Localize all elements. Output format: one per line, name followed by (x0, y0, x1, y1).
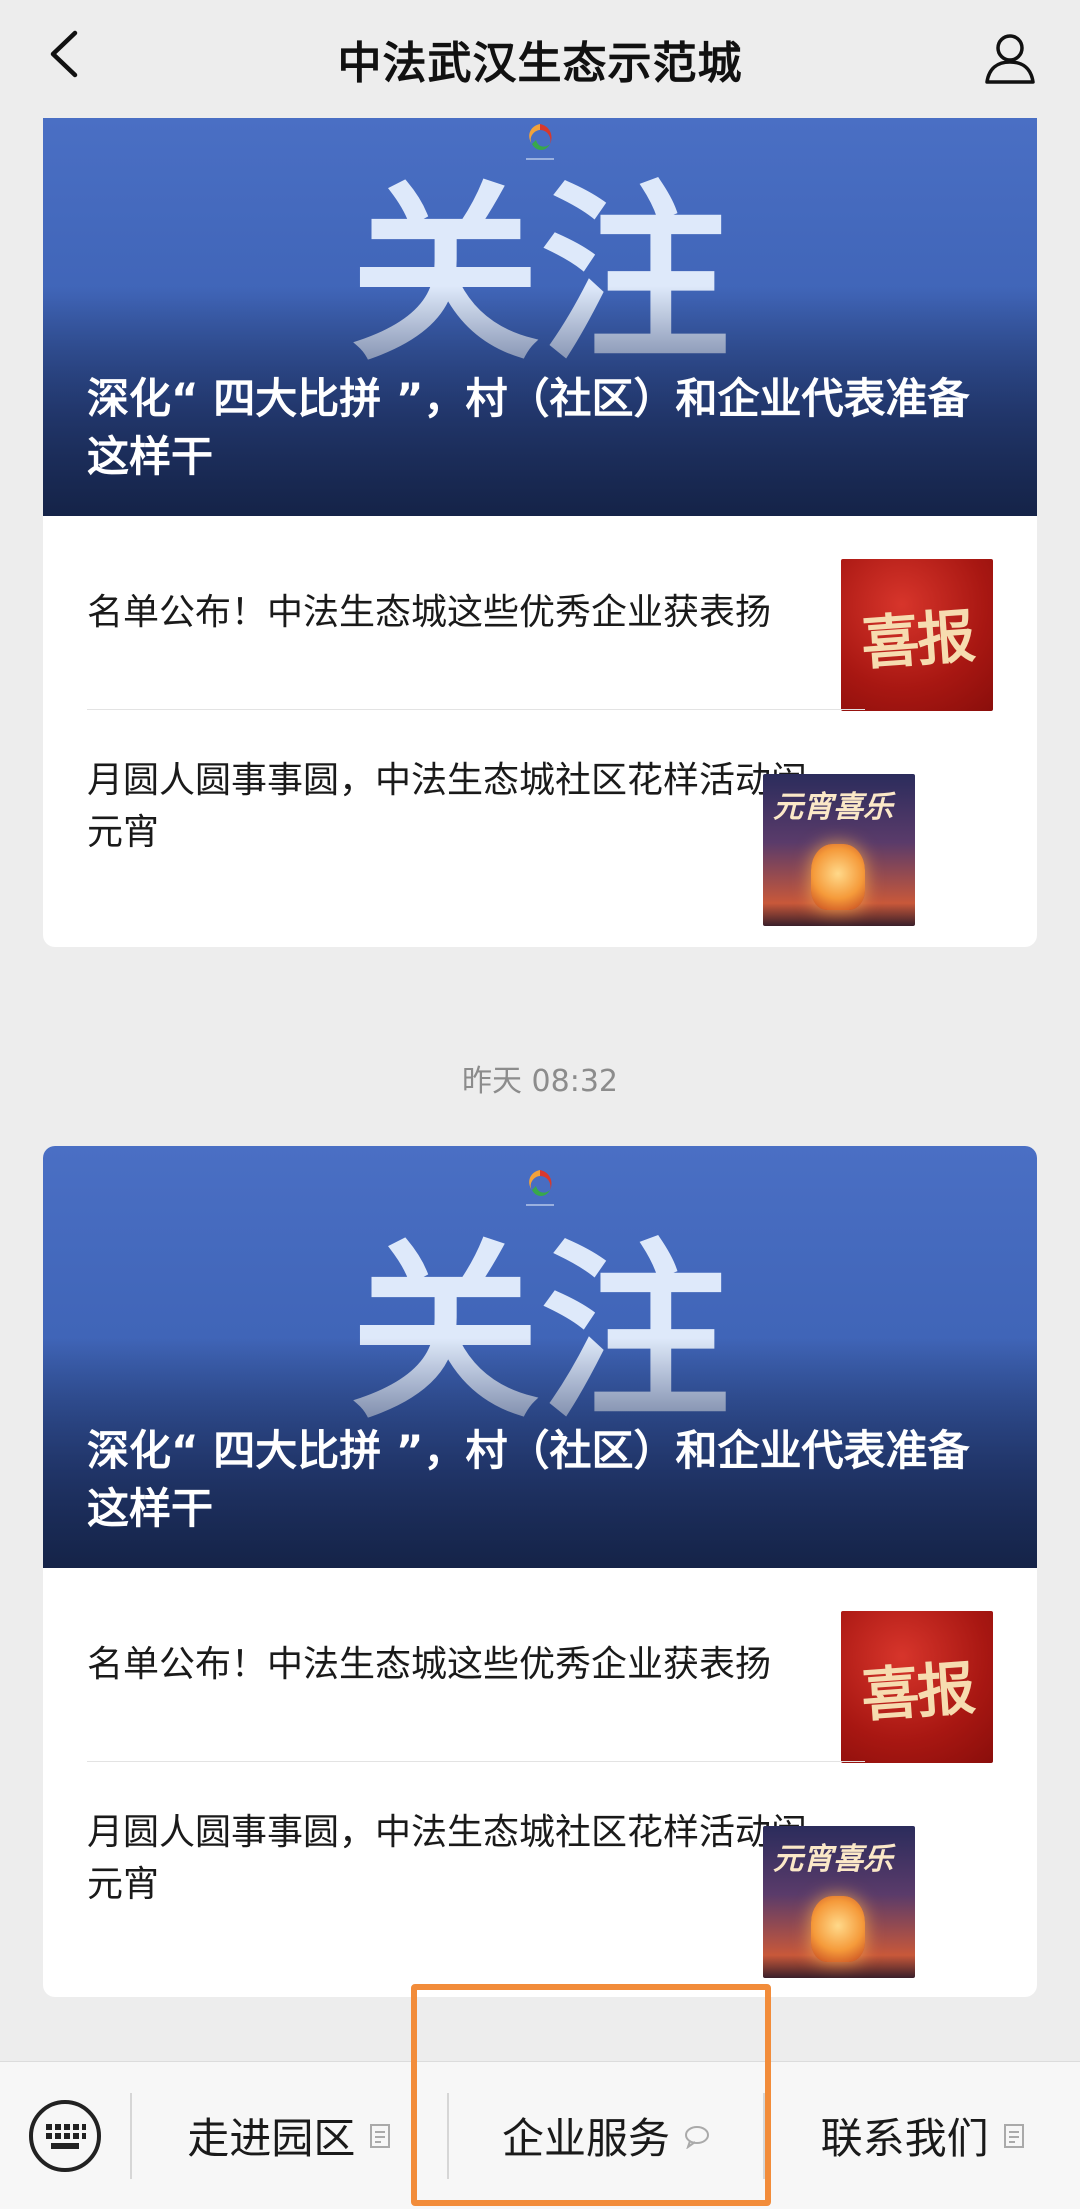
park-logo-icon (526, 1170, 554, 1206)
page-icon (370, 2123, 391, 2148)
thumbnail-caption: 元宵喜乐 (773, 1842, 893, 1877)
thumbnail-caption: 元宵喜乐 (773, 790, 893, 825)
item-title: 名单公布！中法生态城这些优秀企业获表扬 (87, 592, 772, 633)
item-title: 月圆人圆事事圆，中法生态城社区花样活动闹元宵 (87, 760, 808, 853)
cover-headline: 深化“ 四大比拼 ”，村（社区）和企业代表准备这样干 (87, 374, 970, 481)
menu-tab-contact-us[interactable]: 联系我们 (765, 2062, 1080, 2209)
menu-tab-label: 走进园区 (187, 2114, 356, 2163)
park-logo-icon (526, 124, 554, 160)
back-button[interactable] (34, 24, 94, 84)
menu-tab-enterprise-service[interactable]: 企业服务 (449, 2062, 764, 2209)
user-icon (985, 34, 1035, 84)
article-card: 关注 深化“ 四大比拼 ”，村（社区）和企业代表准备这样干 名单公布！中法生态城… (43, 1146, 1037, 1997)
cover-headline: 深化“ 四大比拼 ”，村（社区）和企业代表准备这样干 (87, 1426, 970, 1533)
thumbnail-caption: 喜报 (859, 1654, 976, 1730)
article-card: 关注 深化“ 四大比拼 ”，村（社区）和企业代表准备这样干 名单公布！中法生态城… (43, 118, 1037, 947)
item-thumbnail: 元宵喜乐 (763, 1826, 915, 1978)
item-thumbnail: 元宵喜乐 (763, 774, 915, 926)
keyboard-toggle-button[interactable] (0, 2062, 130, 2209)
page-icon (1003, 2123, 1024, 2148)
bottom-menu-bar: 走进园区 企业服务 联系我们 (0, 2061, 1080, 2209)
item-thumbnail: 喜报 (841, 559, 993, 711)
item-title: 月圆人圆事事圆，中法生态城社区花样活动闹元宵 (87, 1812, 808, 1905)
list-item[interactable]: 名单公布！中法生态城这些优秀企业获表扬 喜报 (43, 516, 1037, 711)
list-item[interactable]: 月圆人圆事事圆，中法生态城社区花样活动闹元宵 元宵喜乐 (43, 710, 1037, 926)
lantern-graphic (811, 1896, 865, 1962)
menu-tab-label: 联系我们 (820, 2114, 989, 2163)
message-timestamp: 昨天 08:32 (462, 1064, 618, 1099)
keyboard-icon (29, 2099, 101, 2172)
profile-button[interactable] (978, 26, 1042, 90)
menu-tab-park[interactable]: 走进园区 (132, 2062, 447, 2209)
top-nav-bar: 中法武汉生态示范城 (0, 0, 1080, 118)
cover-article[interactable]: 关注 深化“ 四大比拼 ”，村（社区）和企业代表准备这样干 (43, 1146, 1037, 1568)
list-item[interactable]: 月圆人圆事事圆，中法生态城社区花样活动闹元宵 元宵喜乐 (43, 1762, 1037, 1978)
menu-tab-label: 企业服务 (502, 2114, 671, 2163)
thumbnail-caption: 喜报 (859, 602, 976, 678)
chevron-left-icon (50, 30, 78, 78)
item-thumbnail: 喜报 (841, 1611, 993, 1763)
cover-article[interactable]: 关注 深化“ 四大比拼 ”，村（社区）和企业代表准备这样干 (43, 118, 1037, 516)
list-item[interactable]: 名单公布！中法生态城这些优秀企业获表扬 喜报 (43, 1568, 1037, 1763)
lantern-graphic (811, 844, 865, 910)
page-title: 中法武汉生态示范城 (337, 38, 743, 89)
chat-bubble-icon (685, 2125, 710, 2149)
item-title: 名单公布！中法生态城这些优秀企业获表扬 (87, 1644, 772, 1685)
